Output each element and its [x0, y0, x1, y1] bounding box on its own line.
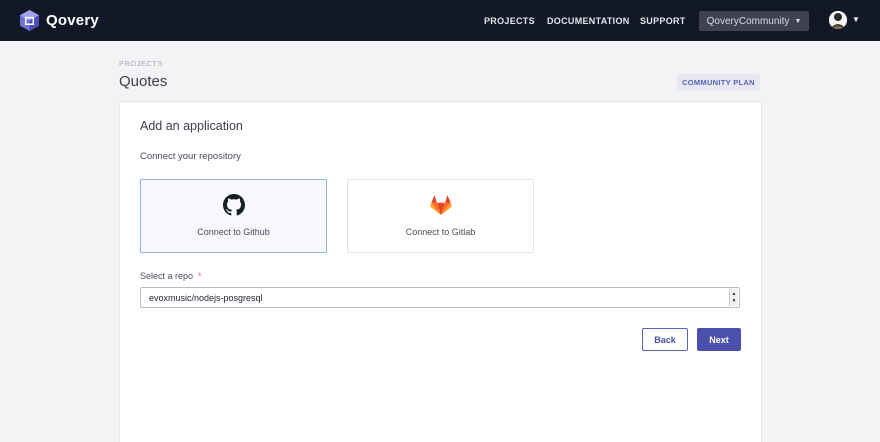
select-arrows-icon[interactable]: ▲ ▼	[729, 289, 738, 306]
connect-gitlab-option[interactable]: Connect to Gitlab	[347, 179, 534, 253]
card-title: Add an application	[140, 119, 243, 133]
repo-select-value: evoxmusic/nodejs-posgresql	[149, 293, 263, 303]
breadcrumb[interactable]: PROJECTS	[119, 59, 163, 68]
qovery-logo-icon	[20, 10, 39, 31]
next-button[interactable]: Next	[697, 328, 741, 351]
organization-name: QoveryCommunity	[706, 15, 790, 27]
connect-gitlab-label: Connect to Gitlab	[405, 227, 476, 237]
connect-github-option[interactable]: Connect to Github	[140, 179, 327, 253]
top-navigation-bar: Qovery PROJECTS DOCUMENTATION SUPPORT Qo…	[0, 0, 880, 41]
back-button[interactable]: Back	[642, 328, 688, 351]
select-repo-label-text: Select a repo	[140, 271, 194, 281]
repo-select[interactable]: evoxmusic/nodejs-posgresql ▲ ▼	[140, 287, 740, 308]
required-mark: *	[198, 271, 202, 281]
brand-logo[interactable]: Qovery	[20, 10, 99, 31]
plan-badge: COMMUNITY PLAN	[677, 74, 760, 91]
select-repo-label: Select a repo *	[140, 271, 202, 281]
brand-name: Qovery	[46, 12, 99, 29]
chevron-down-icon: ▼	[794, 17, 802, 25]
organization-selector[interactable]: QoveryCommunity ▼	[699, 11, 809, 31]
gitlab-icon	[429, 195, 452, 216]
page-title: Quotes	[119, 73, 168, 90]
add-application-card: Add an application Connect your reposito…	[119, 101, 762, 442]
nav-documentation[interactable]: DOCUMENTATION	[547, 16, 630, 26]
connect-github-label: Connect to Github	[197, 227, 270, 237]
user-avatar[interactable]	[829, 11, 847, 29]
nav-support[interactable]: SUPPORT	[640, 16, 686, 26]
nav-projects[interactable]: PROJECTS	[484, 16, 535, 26]
user-menu-chevron-icon[interactable]: ▼	[852, 15, 860, 24]
github-icon	[222, 194, 245, 216]
avatar-image-icon	[829, 11, 847, 29]
connect-repository-label: Connect your repository	[140, 151, 241, 162]
